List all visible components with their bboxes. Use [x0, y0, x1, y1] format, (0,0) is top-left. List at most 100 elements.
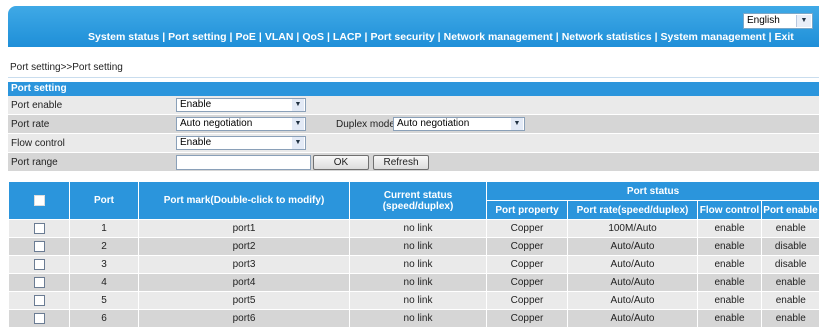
port-rate-label: Port rate: [11, 119, 50, 130]
nav-item-qos[interactable]: QoS: [302, 31, 324, 43]
port-mark-cell[interactable]: port1: [138, 219, 350, 238]
current-status-cell: no link: [349, 237, 487, 256]
row-checkbox-cell: [8, 219, 70, 238]
port-cell: 1: [69, 219, 139, 238]
port-rate-row: Port rate Auto negotiation ▼ Duplex mode…: [8, 115, 819, 134]
port-range-label: Port range: [11, 157, 58, 168]
row-checkbox-cell: [8, 255, 70, 274]
breadcrumb: Port setting>>Port setting: [10, 62, 123, 73]
port-rate-cell: Auto/Auto: [567, 255, 698, 274]
port-mark-cell[interactable]: port4: [138, 273, 350, 292]
nav-item-port-setting[interactable]: Port setting: [168, 31, 226, 43]
nav-separator: |: [555, 31, 559, 43]
flow-control-cell: enable: [697, 309, 762, 328]
nav-separator: |: [768, 31, 772, 43]
table-row[interactable]: 1 port1 no link Copper 100M/Auto enable …: [8, 219, 819, 238]
port-enable-header: Port enable: [760, 200, 819, 220]
current-status-cell: no link: [349, 291, 487, 310]
nav-separator: |: [654, 31, 658, 43]
duplex-mode-select[interactable]: Auto negotiation ▼: [393, 117, 525, 131]
form-title: Port setting: [8, 82, 819, 96]
flow-control-label: Flow control: [11, 138, 65, 149]
flow-control-value: Enable: [180, 137, 212, 148]
nav-item-network-statistics[interactable]: Network statistics: [562, 31, 652, 43]
port-property-cell: Copper: [486, 291, 568, 310]
nav-item-port-security[interactable]: Port security: [370, 31, 434, 43]
table-row[interactable]: 6 port6 no link Copper Auto/Auto enable …: [8, 309, 819, 328]
port-property-cell: Copper: [486, 255, 568, 274]
table-row[interactable]: 2 port2 no link Copper Auto/Auto enable …: [8, 237, 819, 256]
nav-separator: |: [437, 31, 441, 43]
row-checkbox[interactable]: [33, 294, 45, 306]
row-checkbox-cell: [8, 273, 70, 292]
nav-item-lacp[interactable]: LACP: [333, 31, 362, 43]
language-select-value: English: [747, 15, 780, 26]
nav-item-network-management[interactable]: Network management: [444, 31, 553, 43]
chevron-down-icon: ▼: [796, 15, 811, 27]
row-checkbox[interactable]: [33, 240, 45, 252]
nav-separator: |: [258, 31, 262, 43]
nav-item-system-management[interactable]: System management: [661, 31, 766, 43]
port-enable-select[interactable]: Enable ▼: [176, 98, 306, 112]
row-checkbox-cell: [8, 309, 70, 328]
current-status-cell: no link: [349, 219, 487, 238]
port-mark-cell[interactable]: port3: [138, 255, 350, 274]
port-rate-cell: Auto/Auto: [567, 273, 698, 292]
port-table: Port Port mark(Double-click to modify) C…: [8, 181, 819, 328]
current-status-header: Current status (speed/duplex): [349, 181, 487, 220]
language-select[interactable]: English ▼: [743, 13, 813, 29]
duplex-mode-label: Duplex mode: [336, 119, 395, 130]
port-enable-cell: enable: [760, 219, 819, 238]
port-mark-cell[interactable]: port2: [138, 237, 350, 256]
port-cell: 5: [69, 291, 139, 310]
port-cell: 2: [69, 237, 139, 256]
row-checkbox[interactable]: [33, 258, 45, 270]
port-cell: 4: [69, 273, 139, 292]
flow-control-select[interactable]: Enable ▼: [176, 136, 306, 150]
port-rate-select[interactable]: Auto negotiation ▼: [176, 117, 306, 131]
port-enable-cell: enable: [760, 291, 819, 310]
port-range-input[interactable]: [176, 155, 311, 170]
table-row[interactable]: 5 port5 no link Copper Auto/Auto enable …: [8, 291, 819, 310]
port-cell: 3: [69, 255, 139, 274]
nav-item-poe[interactable]: PoE: [235, 31, 255, 43]
port-mark-cell[interactable]: port5: [138, 291, 350, 310]
port-mark-cell[interactable]: port6: [138, 309, 350, 328]
port-rate-cell: Auto/Auto: [567, 237, 698, 256]
nav-separator: |: [162, 31, 166, 43]
row-checkbox[interactable]: [33, 312, 45, 324]
table-row[interactable]: 4 port4 no link Copper Auto/Auto enable …: [8, 273, 819, 292]
nav-separator: |: [296, 31, 300, 43]
nav-separator: |: [326, 31, 330, 43]
select-all-checkbox[interactable]: [33, 194, 45, 206]
port-rate-cell: Auto/Auto: [567, 291, 698, 310]
port-mark-header: Port mark(Double-click to modify): [138, 181, 350, 220]
current-status-header-line1: Current status: [383, 189, 453, 201]
divider: [8, 77, 819, 78]
port-range-row: Port range OK Refresh: [8, 153, 819, 172]
row-checkbox-cell: [8, 291, 70, 310]
nav-item-vlan[interactable]: VLAN: [265, 31, 294, 43]
port-enable-cell: enable: [760, 273, 819, 292]
port-property-cell: Copper: [486, 237, 568, 256]
nav-separator: |: [229, 31, 233, 43]
nav-item-exit[interactable]: Exit: [775, 31, 794, 43]
duplex-mode-value: Auto negotiation: [397, 118, 470, 129]
port-enable-row: Port enable Enable ▼: [8, 96, 819, 115]
ok-button[interactable]: OK: [313, 155, 369, 170]
nav-separator: |: [364, 31, 368, 43]
flow-control-row: Flow control Enable ▼: [8, 134, 819, 153]
port-rate-header: Port rate(speed/duplex): [567, 200, 698, 220]
chevron-down-icon: ▼: [511, 118, 523, 130]
flow-control-cell: enable: [697, 291, 762, 310]
row-checkbox[interactable]: [33, 276, 45, 288]
current-status-cell: no link: [349, 309, 487, 328]
row-checkbox[interactable]: [33, 222, 45, 234]
flow-control-cell: enable: [697, 219, 762, 238]
row-checkbox-cell: [8, 237, 70, 256]
main-nav: System status | Port setting | PoE | VLAN | QoS |…: [88, 31, 794, 43]
port-enable-cell: enable: [760, 309, 819, 328]
refresh-button[interactable]: Refresh: [373, 155, 429, 170]
table-row[interactable]: 3 port3 no link Copper Auto/Auto enable …: [8, 255, 819, 274]
nav-item-system-status[interactable]: System status: [88, 31, 159, 43]
